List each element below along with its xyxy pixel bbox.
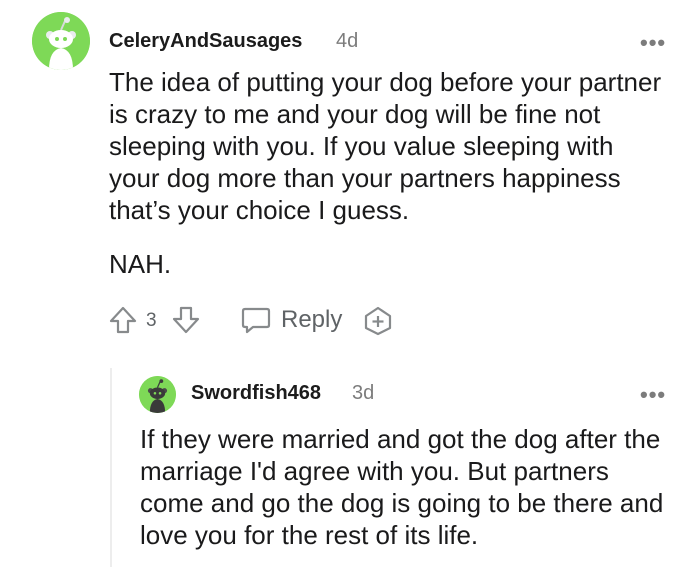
more-options-button[interactable]: ••• (640, 32, 666, 54)
snoo-avatar-icon (139, 376, 176, 413)
reply-button[interactable]: Reply (240, 305, 342, 335)
arrow-down-icon (172, 306, 200, 334)
arrow-up-icon (109, 306, 137, 334)
comment-body: The idea of putting your dog before your… (109, 67, 662, 225)
avatar[interactable] (32, 12, 90, 70)
vote-count: 3 (146, 310, 157, 331)
snoo-avatar-icon (32, 12, 90, 70)
award-button[interactable] (362, 305, 394, 337)
upvote-button[interactable] (108, 305, 138, 335)
reply-label: Reply (281, 306, 343, 333)
username[interactable]: CeleryAndSausages (109, 30, 302, 53)
comment-body-verdict: NAH. (109, 249, 172, 279)
avatar[interactable] (139, 376, 176, 413)
speech-bubble-icon (241, 307, 271, 334)
downvote-button[interactable] (171, 305, 201, 335)
reply-body: If they were married and got the dog aft… (140, 424, 664, 550)
timestamp[interactable]: 4d (336, 30, 358, 53)
more-options-button[interactable]: ••• (640, 384, 666, 406)
plus-award-icon (364, 306, 392, 336)
thread-line[interactable] (110, 368, 112, 567)
username[interactable]: Swordfish468 (191, 382, 321, 405)
timestamp[interactable]: 3d (352, 382, 374, 405)
